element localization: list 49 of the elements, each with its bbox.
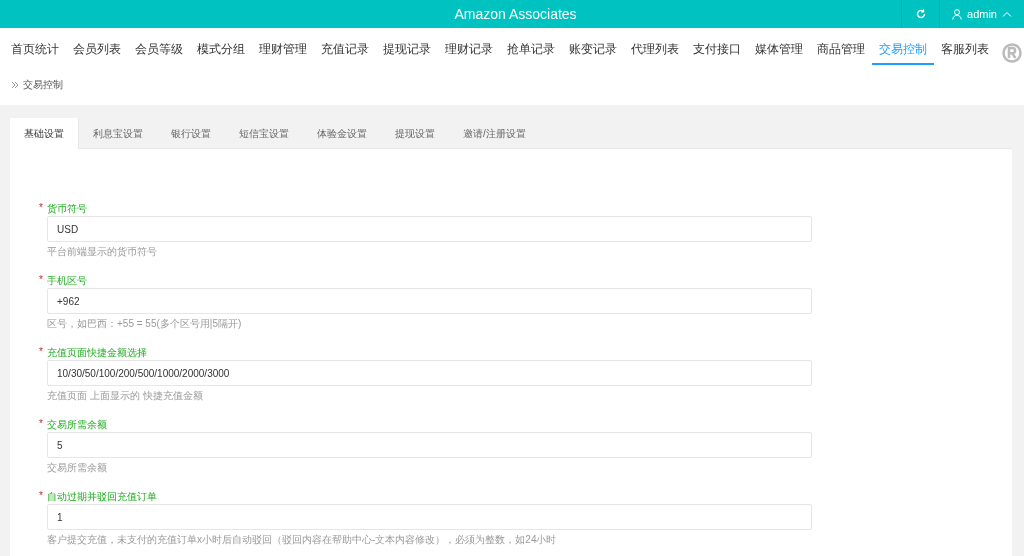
settings-tab[interactable]: 基础设置	[10, 118, 79, 149]
input-field[interactable]: USD	[47, 216, 812, 242]
required-asterisk: *	[39, 346, 43, 359]
input-field[interactable]: 5	[47, 432, 812, 458]
nav-tab[interactable]: 账变记录	[562, 41, 624, 65]
nav-tab[interactable]: 充值记录	[314, 41, 376, 65]
breadcrumb: 交易控制	[23, 78, 63, 92]
settings-tab[interactable]: 银行设置	[157, 118, 225, 149]
nav-tab[interactable]: 理财管理	[252, 41, 314, 65]
nav-tab[interactable]: 商品管理	[810, 41, 872, 65]
nav-tab[interactable]: 提现记录	[376, 41, 438, 65]
nav-tab[interactable]: 理财记录	[438, 41, 500, 65]
required-asterisk: *	[39, 418, 43, 431]
nav-tab[interactable]: 会员列表	[66, 41, 128, 65]
user-icon	[952, 8, 963, 20]
settings-tab[interactable]: 短信宝设置	[225, 118, 303, 149]
double-chevron-icon	[11, 81, 19, 89]
required-asterisk: *	[39, 490, 43, 503]
field-label: 交易所需余额	[46, 418, 107, 432]
registered-logo-icon	[1002, 43, 1022, 63]
refresh-icon	[915, 9, 926, 19]
required-asterisk: *	[39, 202, 43, 215]
nav-tab[interactable]: 客服列表	[934, 41, 996, 65]
settings-tab[interactable]: 提现设置	[381, 118, 449, 149]
field-label: 自动过期并驳回充值订单	[46, 490, 157, 504]
help-text: 充值页面 上面显示的 快捷充值金额	[47, 389, 204, 403]
field-label: 充值页面快捷金额选择	[46, 346, 147, 360]
settings-tab[interactable]: 邀请/注册设置	[449, 118, 540, 149]
nav-tab[interactable]: 模式分组	[190, 41, 252, 65]
required-asterisk: *	[39, 274, 43, 287]
help-text: 区号，如巴西：+55 = 55(多个区号用|5隔开)	[47, 317, 243, 331]
nav-tab[interactable]: 支付接口	[686, 41, 748, 65]
input-field[interactable]: 1	[47, 504, 812, 530]
chevron-up-icon	[1002, 11, 1012, 17]
nav-tab[interactable]: 媒体管理	[748, 41, 810, 65]
input-field[interactable]: +962	[47, 288, 812, 314]
field-label: 手机区号	[46, 274, 87, 288]
help-text: 平台前端显示的货币符号	[47, 245, 158, 259]
help-text: 交易所需余额	[47, 461, 108, 475]
nav-tab[interactable]: 首页统计	[4, 41, 66, 65]
settings-tab[interactable]: 利息宝设置	[79, 118, 157, 149]
nav-tab[interactable]: 代理列表	[624, 41, 686, 65]
settings-tab[interactable]: 体验金设置	[303, 118, 381, 149]
help-text: 客户提交充值，未支付的充值订单x小时后自动驳回（驳回内容在帮助中心-文本内容修改），必须为整数，如24小时	[47, 533, 558, 547]
field-label: 货币符号	[46, 202, 87, 216]
input-field[interactable]: 10/30/50/100/200/500/1000/2000/3000	[47, 360, 812, 386]
nav-tab[interactable]: 抢单记录	[500, 41, 562, 65]
app-title: Amazon Associates	[453, 5, 578, 24]
nav-tab[interactable]: 会员等级	[128, 41, 190, 65]
